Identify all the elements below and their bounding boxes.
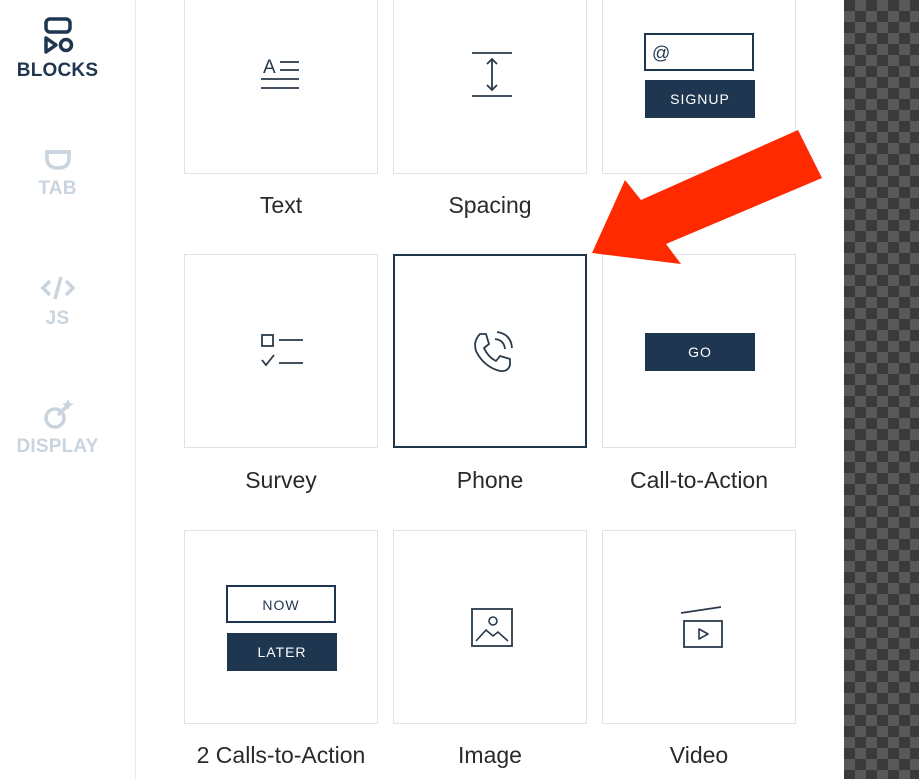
svg-text:GO: GO [688,344,712,360]
sidebar-item-tab[interactable]: TAB [0,146,115,200]
signup-form-icon: @ SIGNUP [644,33,755,118]
block-label: Video [669,742,729,768]
svg-text:LATER: LATER [257,644,306,660]
block-label: 2 Calls-to-Action [196,742,366,768]
sidebar-item-display[interactable]: DISPLAY [0,396,115,458]
block-tile-spacing[interactable] [393,0,587,174]
blocks-icon [43,17,73,54]
video-icon [680,606,723,648]
block-tile-image[interactable] [393,530,587,724]
block-tile-call-to-action[interactable]: GO [602,254,796,448]
block-tile-survey[interactable] [184,254,378,448]
sidebar-item-label: TAB [38,178,77,199]
block-tile-text[interactable]: A [184,0,378,174]
image-icon [471,608,513,647]
block-tile-signup[interactable]: @ SIGNUP [602,0,796,174]
sidebar-item-label: DISPLAY [16,436,99,457]
text-icon: A [261,57,299,89]
sidebar: BLOCKS TAB JS DISPLAY [0,0,136,779]
block-label: Text [259,192,303,218]
code-icon [40,276,75,300]
sidebar-item-label: JS [45,308,70,329]
block-tile-phone[interactable] [393,254,587,448]
block-label: Spacing [448,192,532,218]
blocks-panel: A @ SIGNUP Text Spacing GO Survey Phone … [136,0,844,779]
cta-button-icon: GO [645,333,755,371]
block-tile-video[interactable] [602,530,796,724]
svg-text:@: @ [652,43,670,63]
sidebar-item-js[interactable]: JS [0,272,115,330]
block-label: Survey [245,467,317,493]
phone-icon [474,331,513,373]
tab-icon [44,150,71,170]
block-label: Phone [456,467,524,493]
svg-text:A: A [263,57,276,78]
transparent-canvas-background [844,0,919,779]
svg-text:NOW: NOW [262,597,299,613]
sidebar-item-blocks[interactable]: BLOCKS [0,16,115,82]
block-tile-two-cta[interactable]: NOW LATER [184,530,378,724]
survey-icon [261,334,303,367]
two-cta-icon: NOW LATER [226,585,337,671]
sidebar-item-label: BLOCKS [16,60,99,81]
block-label: Call-to-Action [629,467,769,493]
display-icon [43,399,74,429]
spacing-icon [472,52,512,97]
svg-text:SIGNUP: SIGNUP [670,91,730,107]
block-label: Image [458,742,522,768]
